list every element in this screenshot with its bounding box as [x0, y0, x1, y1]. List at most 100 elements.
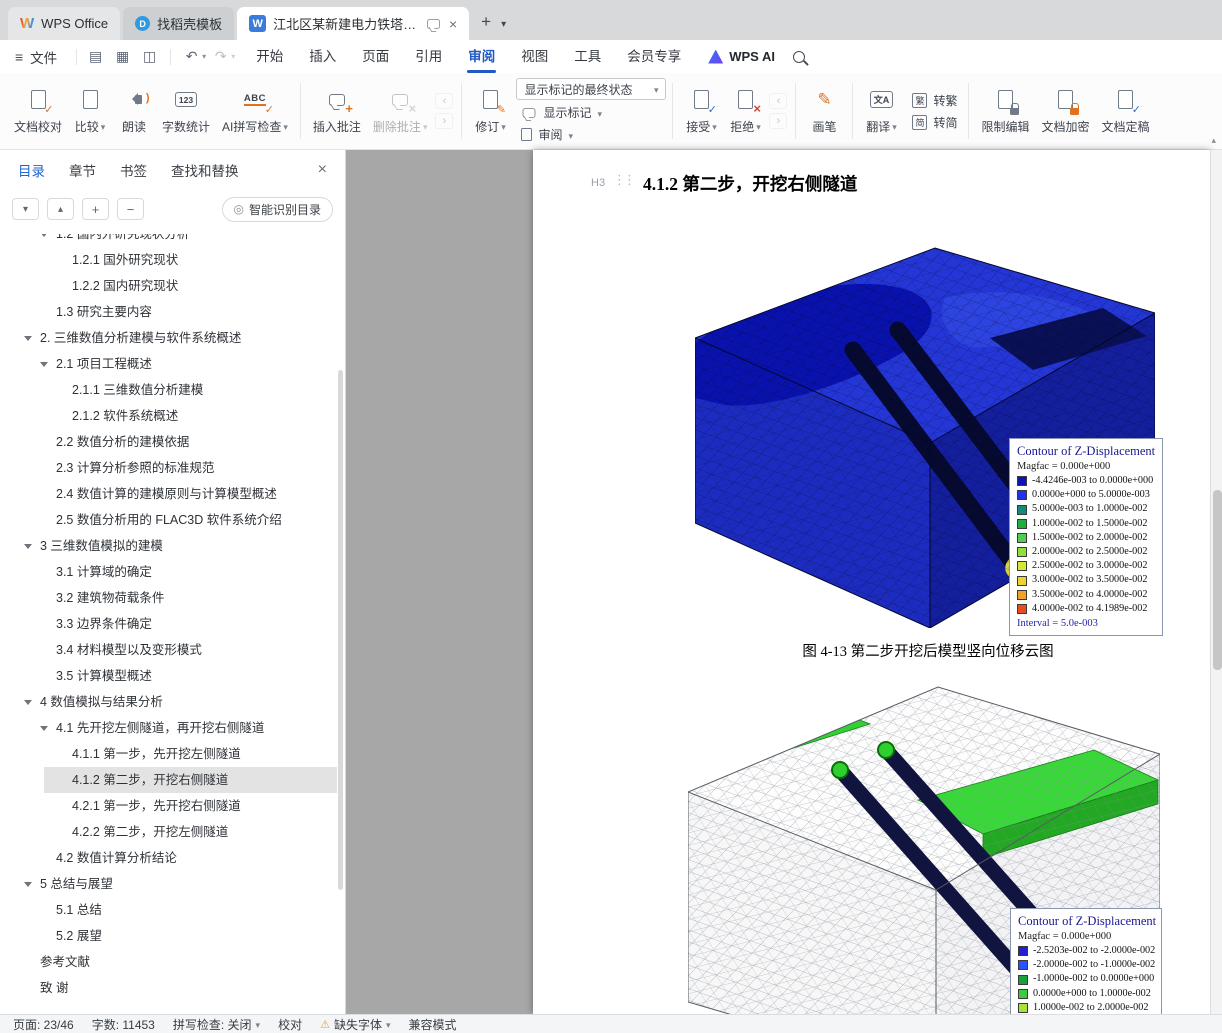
toc-item[interactable]: 5.2 展望 [0, 923, 337, 949]
status-spellcheck[interactable]: 拼写检查: 关闭 [164, 1016, 269, 1033]
toc-item[interactable]: 4.2.2 第二步，开挖左侧隧道 [0, 819, 337, 845]
expand-triangle-icon[interactable] [24, 700, 32, 705]
document-scrollbar[interactable] [1210, 150, 1222, 1014]
insert-comment-button[interactable]: 插入批注 [307, 78, 367, 144]
toc-item[interactable]: 4.2 数值计算分析结论 [0, 845, 337, 871]
reject-change-button[interactable]: 拒绝 [723, 78, 767, 144]
sidebar-tab-bookmarks[interactable]: 书签 [120, 160, 147, 180]
chevron-up-icon[interactable] [47, 198, 74, 220]
encrypt-document-button[interactable]: 文档加密 [1036, 78, 1096, 144]
undo-chevron-icon[interactable] [202, 52, 206, 61]
save-icon[interactable] [83, 45, 108, 69]
toc-item[interactable]: 4.1.2 第二步，开挖右侧隧道 [0, 767, 337, 793]
to-traditional-button[interactable]: 繁 转繁 [907, 91, 962, 110]
toc-item[interactable]: 4.2.1 第一步，先开挖右侧隧道 [0, 793, 337, 819]
collapse-all-icon[interactable] [117, 198, 144, 220]
document-page[interactable]: H3 4.1.2 第二步，开挖右侧隧道 [533, 150, 1210, 1014]
previous-comment-button[interactable] [435, 93, 454, 109]
toc-item[interactable]: 4 数值模拟与结果分析 [0, 689, 337, 715]
menu-item-工具[interactable]: 工具 [561, 40, 614, 73]
toc-item[interactable]: 2.1.2 软件系统概述 [0, 403, 337, 429]
close-sidebar-icon[interactable] [318, 161, 327, 179]
expand-triangle-icon[interactable] [24, 336, 32, 341]
expand-triangle-icon[interactable] [24, 544, 32, 549]
translate-button[interactable]: 文A 翻译 [859, 78, 903, 144]
ink-pen-button[interactable]: 画笔 [802, 78, 846, 144]
toc-item[interactable]: 2. 三维数值分析建模与软件系统概述 [0, 325, 337, 351]
toc-item[interactable]: 4.1 先开挖左侧隧道，再开挖右侧隧道 [0, 715, 337, 741]
next-change-button[interactable] [769, 113, 788, 129]
expand-triangle-icon[interactable] [24, 882, 32, 887]
wps-ai-button[interactable]: WPS AI [708, 49, 775, 64]
status-missing-font[interactable]: 缺失字体 [311, 1016, 399, 1033]
proofread-button[interactable]: 文档校对 [8, 78, 68, 144]
document-scrollbar-thumb[interactable] [1212, 490, 1222, 670]
expand-triangle-icon[interactable] [40, 726, 48, 731]
expand-triangle-icon[interactable] [40, 234, 48, 237]
close-tab-icon[interactable] [449, 16, 457, 32]
next-comment-button[interactable] [435, 113, 454, 129]
tab-active-document[interactable]: 江北区某新建电力铁塔对隧道 [237, 7, 470, 40]
compare-button[interactable]: 比较 [68, 78, 112, 144]
drag-handle-icon[interactable] [613, 172, 633, 188]
sidebar-tab-chapters[interactable]: 章节 [69, 160, 96, 180]
menu-item-视图[interactable]: 视图 [508, 40, 561, 73]
status-words[interactable]: 字数: 11453 [83, 1016, 164, 1033]
new-tab-button[interactable] [481, 12, 491, 32]
toc-item[interactable]: 3.5 计算模型概述 [0, 663, 337, 689]
sidebar-tab-toc[interactable]: 目录 [18, 160, 45, 180]
menu-item-会员专享[interactable]: 会员专享 [614, 40, 694, 73]
tab-list-chevron-icon[interactable] [501, 19, 506, 30]
toc-item[interactable]: 1.2.1 国外研究现状 [0, 247, 337, 273]
ai-spellcheck-button[interactable]: ABC AI拼写检查 [216, 78, 294, 144]
to-simplified-button[interactable]: 简 转简 [907, 113, 962, 132]
menu-item-引用[interactable]: 引用 [402, 40, 455, 73]
toc-item[interactable]: 2.2 数值分析的建模依据 [0, 429, 337, 455]
redo-icon[interactable] [208, 45, 233, 69]
status-page[interactable]: 页面: 23/46 [4, 1016, 83, 1033]
tab-docer-template[interactable]: 找稻壳模板 [123, 7, 235, 40]
finalize-document-button[interactable]: 文档定稿 [1096, 78, 1156, 144]
toc-item[interactable]: 5.1 总结 [0, 897, 337, 923]
toc-item[interactable]: 3.4 材料模型以及变形模式 [0, 637, 337, 663]
toc-item[interactable]: 致 谢 [0, 975, 337, 1001]
menu-item-页面[interactable]: 页面 [349, 40, 402, 73]
restrict-editing-button[interactable]: 限制编辑 [975, 78, 1035, 144]
toc-item[interactable]: 4.1.1 第一步，先开挖左侧隧道 [0, 741, 337, 767]
toc-item[interactable]: 1.2.2 国内研究现状 [0, 273, 337, 299]
toc-item[interactable]: 5 总结与展望 [0, 871, 337, 897]
delete-comment-button[interactable]: 删除批注 [367, 78, 434, 144]
undo-icon[interactable] [179, 45, 204, 69]
toc-item[interactable]: 2.1.1 三维数值分析建模 [0, 377, 337, 403]
read-aloud-button[interactable]: 朗读 [112, 78, 156, 144]
markup-state-select[interactable]: 显示标记的最终状态 [516, 78, 667, 100]
sidebar-scrollbar-thumb[interactable] [338, 370, 343, 890]
menu-item-插入[interactable]: 插入 [296, 40, 349, 73]
toc-item[interactable]: 3.2 建筑物荷载条件 [0, 585, 337, 611]
file-menu-button[interactable]: 文件 [0, 47, 70, 67]
toc-item[interactable]: 2.3 计算分析参照的标准规范 [0, 455, 337, 481]
toc-item[interactable]: 2.4 数值计算的建模原则与计算模型概述 [0, 481, 337, 507]
expand-triangle-icon[interactable] [40, 362, 48, 367]
sidebar-tab-find-replace[interactable]: 查找和替换 [171, 160, 239, 180]
status-proofread[interactable]: 校对 [269, 1016, 311, 1033]
menu-item-审阅[interactable]: 审阅 [455, 40, 508, 73]
redo-chevron-icon[interactable] [231, 52, 235, 61]
smart-toc-button[interactable]: 智能识别目录 [221, 196, 333, 222]
menu-item-开始[interactable]: 开始 [243, 40, 296, 73]
toc-item[interactable]: 1.3 研究主要内容 [0, 299, 337, 325]
toc-item[interactable]: 3.1 计算域的确定 [0, 559, 337, 585]
toc-item[interactable]: 1.2 国内外研究现状分析 [0, 234, 337, 247]
word-count-button[interactable]: 123 字数统计 [156, 78, 216, 144]
search-button[interactable] [792, 50, 805, 63]
chevron-down-icon[interactable] [12, 198, 39, 220]
toc-item[interactable]: 3 三维数值模拟的建模 [0, 533, 337, 559]
review-pane-button[interactable]: 审阅 [516, 125, 666, 144]
toc-item[interactable]: 参考文献 [0, 949, 337, 975]
show-markup-button[interactable]: 显示标记 [516, 103, 666, 122]
print-icon[interactable] [110, 45, 135, 69]
collapse-ribbon-icon[interactable] [1211, 135, 1216, 146]
track-changes-button[interactable]: 修订 [468, 78, 512, 144]
tab-wps-office[interactable]: W WPS Office [8, 7, 121, 40]
accept-change-button[interactable]: 接受 [679, 78, 723, 144]
